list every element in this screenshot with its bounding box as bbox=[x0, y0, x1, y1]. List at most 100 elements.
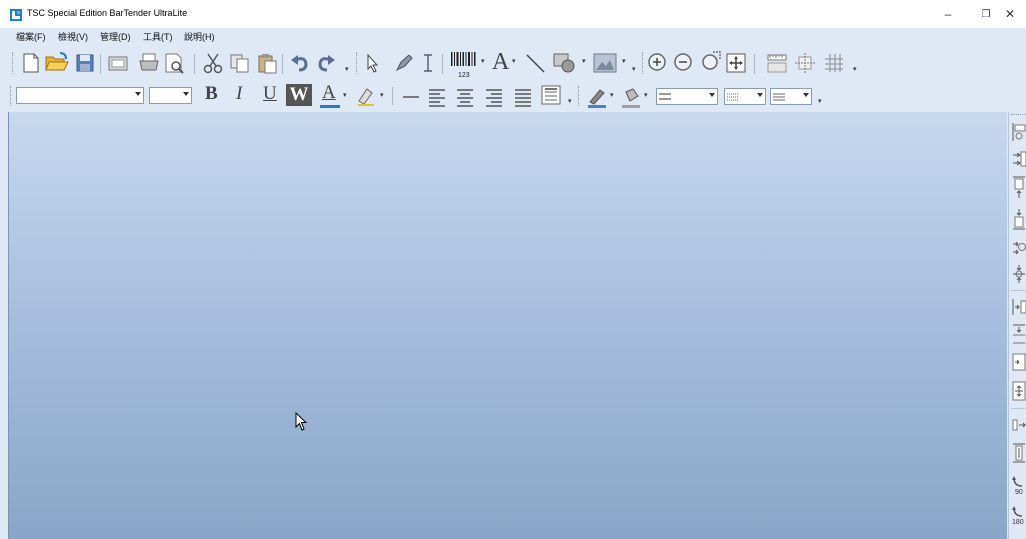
same-width-icon[interactable] bbox=[1012, 418, 1026, 432]
font-size-value bbox=[150, 93, 152, 103]
menu-bar: 檔案(F) 檢視(V) 管理(D) 工具(T) 說明(H) bbox=[0, 28, 1026, 44]
align-left-edges-icon[interactable] bbox=[1012, 122, 1026, 142]
distribute-horizontal-icon[interactable] bbox=[1012, 298, 1026, 316]
space-vertical-icon[interactable] bbox=[1012, 380, 1026, 402]
redo-icon[interactable] bbox=[315, 52, 337, 74]
menu-help[interactable]: 說明(H) bbox=[184, 30, 215, 43]
close-button[interactable]: ✕ bbox=[992, 4, 1026, 24]
fit-text-icon[interactable] bbox=[540, 84, 562, 106]
highlight-icon[interactable] bbox=[355, 85, 377, 107]
toolbar-grip[interactable] bbox=[10, 86, 13, 106]
line-color-icon[interactable] bbox=[586, 86, 608, 108]
text-dropdown-icon[interactable]: ▾ bbox=[512, 58, 518, 66]
pen-tool-icon[interactable] bbox=[393, 52, 415, 74]
rotate-180-icon[interactable] bbox=[1012, 504, 1026, 518]
italic-button[interactable]: I bbox=[236, 83, 242, 105]
select-arrow-icon[interactable] bbox=[362, 52, 384, 74]
text-cursor-icon[interactable] bbox=[421, 52, 435, 74]
distribute-vertical-icon[interactable] bbox=[1012, 324, 1026, 344]
fill-color-icon[interactable] bbox=[620, 86, 642, 108]
font-color-dropdown-icon[interactable]: ▾ bbox=[343, 92, 349, 100]
toolbar-grip[interactable] bbox=[578, 86, 581, 106]
toolbar-overflow-icon[interactable]: ▾ bbox=[853, 66, 859, 74]
font-name-combo[interactable] bbox=[16, 87, 144, 104]
chevron-down-icon bbox=[135, 92, 141, 96]
picture-tool-icon[interactable] bbox=[592, 52, 618, 74]
menu-tools[interactable]: 工具(T) bbox=[143, 30, 173, 43]
font-color-button[interactable]: A bbox=[322, 82, 336, 104]
align-center-icon[interactable] bbox=[454, 86, 476, 108]
barcode-dropdown-icon[interactable]: ▾ bbox=[481, 58, 487, 66]
title-bar: TSC Special Edition BarTender UltraLite … bbox=[0, 0, 1026, 28]
align-left-icon[interactable] bbox=[426, 86, 448, 108]
space-horizontal-icon[interactable] bbox=[1012, 352, 1026, 372]
barcode-digits-label: 123 bbox=[458, 72, 470, 79]
save-icon[interactable] bbox=[74, 52, 96, 74]
zoom-fit-icon[interactable] bbox=[700, 50, 722, 72]
toolbar-overflow-icon[interactable]: ▾ bbox=[345, 66, 351, 74]
line-weight-combo[interactable] bbox=[656, 88, 718, 105]
same-height-icon[interactable] bbox=[1012, 442, 1026, 464]
underline-button[interactable]: U bbox=[263, 83, 277, 105]
paste-icon[interactable] bbox=[256, 52, 278, 74]
mouse-cursor-icon bbox=[295, 412, 308, 431]
horizontal-line-icon[interactable] bbox=[400, 86, 422, 108]
line-color-dropdown-icon[interactable]: ▾ bbox=[610, 92, 616, 100]
grid-icon[interactable] bbox=[823, 52, 845, 74]
highlight-dropdown-icon[interactable]: ▾ bbox=[380, 92, 386, 100]
align-right-icon[interactable] bbox=[483, 86, 505, 108]
guide-icon[interactable] bbox=[794, 52, 816, 74]
align-bottom-edges-icon[interactable] bbox=[1012, 208, 1026, 230]
line-tool-icon[interactable] bbox=[524, 52, 546, 74]
cut-icon[interactable] bbox=[202, 52, 224, 74]
text-tool-icon[interactable]: A bbox=[492, 49, 509, 76]
toolbar-grip[interactable] bbox=[1011, 114, 1025, 115]
undo-icon[interactable] bbox=[289, 52, 311, 74]
print-preview-icon[interactable] bbox=[163, 52, 185, 74]
align-centers-icon[interactable] bbox=[1012, 150, 1026, 168]
copy-icon[interactable] bbox=[229, 52, 251, 74]
zoom-out-icon[interactable] bbox=[673, 52, 695, 74]
alignment-toolbar: 90 180 bbox=[1008, 112, 1026, 539]
zoom-full-icon[interactable] bbox=[725, 52, 747, 74]
center-vertical-icon[interactable] bbox=[1012, 264, 1026, 284]
reverse-text-button[interactable]: W bbox=[286, 84, 312, 106]
toolbar-overflow-icon[interactable]: ▾ bbox=[568, 98, 574, 106]
toolbar-grip[interactable] bbox=[642, 52, 645, 74]
shape-tool-icon[interactable] bbox=[552, 52, 580, 74]
font-color-swatch bbox=[320, 105, 340, 108]
rotate-180-label: 180 bbox=[1012, 519, 1024, 526]
design-canvas[interactable] bbox=[8, 112, 1007, 539]
page-setup-icon[interactable] bbox=[107, 52, 129, 74]
chevron-down-icon bbox=[803, 93, 809, 97]
print-icon[interactable] bbox=[138, 52, 160, 74]
align-middle-icon[interactable] bbox=[1012, 236, 1026, 258]
align-top-edges-icon[interactable] bbox=[1012, 176, 1026, 200]
open-folder-icon[interactable] bbox=[44, 51, 70, 73]
menu-file[interactable]: 檔案(F) bbox=[16, 30, 46, 43]
minimize-button[interactable]: – bbox=[930, 4, 966, 24]
chevron-down-icon bbox=[709, 93, 715, 97]
line-spacing-combo[interactable] bbox=[770, 88, 812, 105]
ruler-icon[interactable] bbox=[766, 52, 788, 74]
rotate-90-icon[interactable] bbox=[1012, 474, 1026, 488]
chevron-down-icon bbox=[757, 93, 763, 97]
font-size-combo[interactable] bbox=[149, 87, 192, 104]
toolbar-overflow-icon[interactable]: ▾ bbox=[632, 66, 638, 74]
justify-icon[interactable] bbox=[512, 86, 534, 108]
menu-view[interactable]: 檢視(V) bbox=[58, 30, 88, 43]
menu-administer[interactable]: 管理(D) bbox=[100, 30, 131, 43]
bold-button[interactable]: B bbox=[205, 83, 218, 105]
toolbar-overflow-icon[interactable]: ▾ bbox=[818, 98, 824, 106]
picture-dropdown-icon[interactable]: ▾ bbox=[622, 58, 628, 66]
fill-color-dropdown-icon[interactable]: ▾ bbox=[644, 92, 650, 100]
line-style-icon bbox=[727, 93, 739, 101]
toolbar-grip[interactable] bbox=[356, 52, 359, 74]
zoom-in-icon[interactable] bbox=[647, 52, 669, 74]
line-weight-icon bbox=[659, 93, 671, 100]
toolbar-grip[interactable] bbox=[12, 52, 15, 74]
new-document-icon[interactable] bbox=[20, 52, 42, 74]
chevron-down-icon bbox=[183, 92, 189, 96]
shape-dropdown-icon[interactable]: ▾ bbox=[582, 58, 588, 66]
line-style-combo[interactable] bbox=[724, 88, 766, 105]
